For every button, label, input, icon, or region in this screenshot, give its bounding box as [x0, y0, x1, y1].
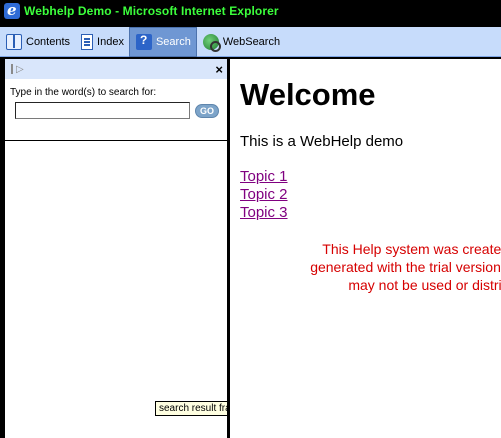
- trial-notice-line-2: generated with the trial version are in: [310, 259, 501, 275]
- intro-text: This is a WebHelp demo: [240, 133, 404, 150]
- tab-search[interactable]: Search: [128, 27, 197, 57]
- sync-toc-button[interactable]: ▷: [11, 64, 24, 75]
- go-button[interactable]: GO: [195, 103, 219, 118]
- tab-index-label: Index: [97, 36, 124, 48]
- tab-search-label: Search: [155, 36, 191, 48]
- content-frame: Welcome This is a WebHelp demo Topic 1 T…: [230, 59, 501, 438]
- page-title: Welcome: [240, 77, 376, 112]
- topic-link-3[interactable]: Topic 3: [240, 204, 501, 222]
- trial-notice-line-1: This Help system was created us: [322, 241, 501, 257]
- topic-link-2[interactable]: Topic 2: [240, 186, 501, 204]
- tab-contents[interactable]: Contents: [0, 27, 75, 57]
- topic-link-1[interactable]: Topic 1: [240, 168, 501, 186]
- search-results-frame: search result frame: [5, 143, 249, 438]
- sync-bar-icon: [11, 64, 13, 74]
- tab-index[interactable]: Index: [75, 27, 129, 57]
- search-form: Type in the word(s) to search for: GO: [5, 80, 227, 141]
- arrow-right-icon: ▷: [16, 63, 24, 75]
- search-pane-header: ▷ ×: [5, 59, 227, 80]
- search-prompt: Type in the word(s) to search for:: [10, 87, 157, 98]
- search-input[interactable]: [15, 102, 190, 119]
- trial-notice: This Help system was created us generate…: [240, 240, 501, 294]
- tab-websearch[interactable]: WebSearch: [197, 27, 285, 57]
- contents-icon: [6, 34, 22, 50]
- tab-websearch-label: WebSearch: [222, 36, 281, 48]
- websearch-icon: [202, 34, 221, 52]
- ie-icon: [4, 1, 20, 19]
- trial-notice-line-3: may not be used or distri: [348, 277, 501, 293]
- close-pane-button[interactable]: ×: [215, 62, 223, 77]
- search-pane: ▷ × Type in the word(s) to search for: G…: [5, 59, 249, 438]
- window-title: Webhelp Demo - Microsoft Internet Explor…: [24, 4, 279, 18]
- navigation-toolbar: Contents Index Search WebSearch: [0, 27, 501, 57]
- title-bar: Webhelp Demo - Microsoft Internet Explor…: [0, 0, 501, 22]
- topic-links: Topic 1 Topic 2 Topic 3: [240, 168, 501, 222]
- index-icon: [81, 34, 94, 50]
- tab-contents-label: Contents: [26, 36, 71, 48]
- search-icon: [135, 33, 152, 50]
